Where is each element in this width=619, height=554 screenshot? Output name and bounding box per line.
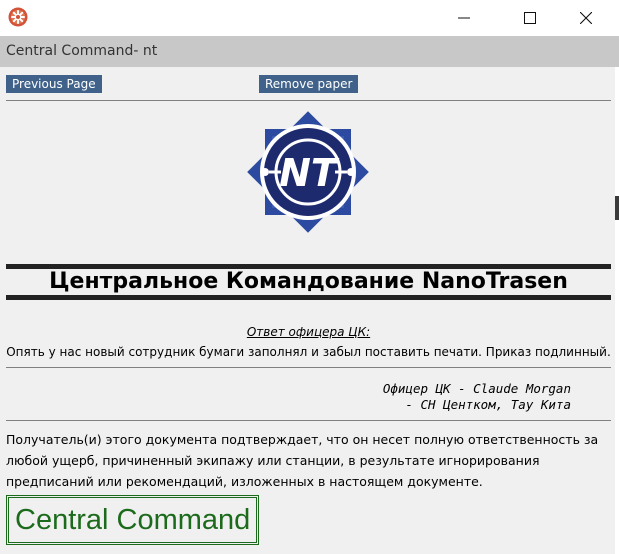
- central-command-stamp: Central Command: [6, 495, 260, 545]
- disclaimer-text: Получатель(и) этого документа подтвержда…: [6, 432, 599, 489]
- close-icon: [580, 12, 592, 24]
- remove-paper-button[interactable]: Remove paper: [259, 75, 359, 93]
- paper-content: Previous Page Remove paper NT Центрально…: [0, 67, 615, 554]
- nanotrasen-logo: NT: [243, 107, 373, 237]
- window-titlebar[interactable]: [0, 0, 619, 36]
- minimize-icon: [458, 17, 470, 19]
- signature-line: Офицер ЦК - Claude Morgan: [382, 381, 571, 396]
- previous-page-button[interactable]: Previous Page: [6, 75, 102, 93]
- close-button[interactable]: [563, 0, 609, 36]
- officer-message: Опять у нас новый сотрудник бумаги запол…: [6, 345, 611, 359]
- organization-title: Центральное Командование NanoTrasen: [49, 269, 568, 294]
- window-caption: Central Command- nt: [0, 36, 619, 67]
- divider: [6, 367, 611, 368]
- signature-block: Офицер ЦК - Claude Morgan - СН Центком, Т…: [383, 381, 571, 413]
- stamp-text: Central Command: [15, 503, 251, 536]
- logo-text: NT: [279, 151, 340, 195]
- window-edge: [615, 196, 619, 220]
- maximize-icon: [524, 12, 536, 24]
- minimize-button[interactable]: [441, 0, 487, 36]
- divider: [6, 100, 611, 101]
- response-label: Ответ офицера ЦК:: [246, 325, 371, 339]
- signature-line: - СН Центком, Тау Кита: [405, 397, 571, 412]
- divider: [6, 420, 611, 421]
- title-rule-bottom: [6, 295, 611, 300]
- maximize-button[interactable]: [507, 0, 553, 36]
- cog-app-icon: [8, 7, 28, 27]
